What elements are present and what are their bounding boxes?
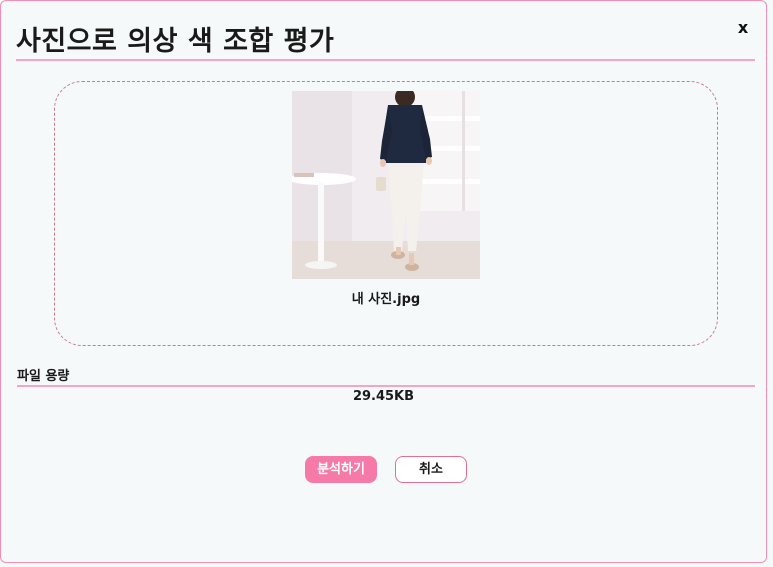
- dialog-title: 사진으로 의상 색 조합 평가: [16, 26, 335, 57]
- dialog-header: 사진으로 의상 색 조합 평가 x: [16, 13, 755, 61]
- file-size-label: 파일 용량: [17, 369, 70, 384]
- evaluation-dialog: 사진으로 의상 색 조합 평가 x 내 사진.jpg 파일 용량 29.45KB…: [0, 0, 767, 563]
- uploaded-file-name: 내 사진.jpg: [351, 292, 421, 307]
- file-size-divider: [17, 385, 755, 387]
- photo-upload-area[interactable]: 내 사진.jpg: [54, 81, 718, 346]
- analyze-button[interactable]: 분석하기: [305, 456, 377, 483]
- outfit-photo-image: [292, 91, 480, 279]
- file-size-value: 29.45KB: [352, 389, 415, 404]
- cancel-button[interactable]: 취소: [395, 456, 467, 483]
- close-button[interactable]: x: [735, 18, 751, 38]
- uploaded-photo-preview: [292, 91, 480, 279]
